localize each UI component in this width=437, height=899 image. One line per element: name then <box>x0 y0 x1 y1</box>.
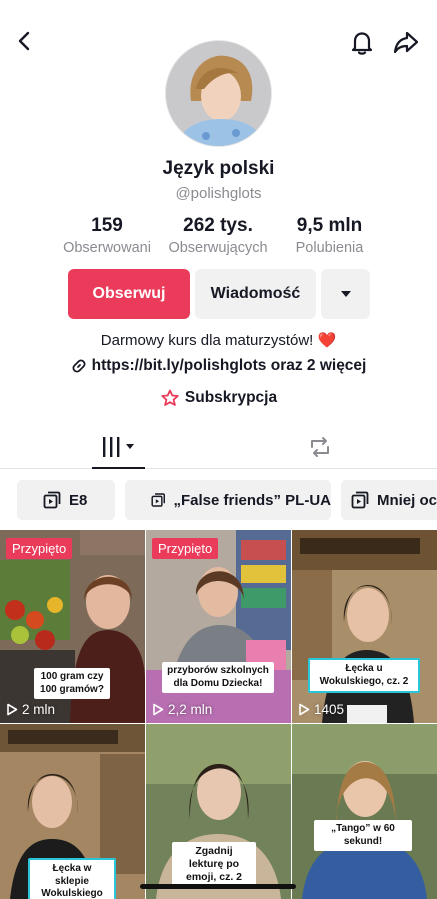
link-icon <box>72 359 86 373</box>
stat-followers[interactable]: 262 tys. Obserwujących <box>163 215 273 256</box>
tab-reposts[interactable] <box>300 425 340 469</box>
subscription-label: Subskrypcja <box>184 389 278 406</box>
grid-icon <box>102 437 134 457</box>
tab-videos[interactable] <box>92 425 145 469</box>
video-caption: Zgadnij lekturę po emoji, cz. 2 <box>172 842 256 888</box>
playlist-icon <box>43 491 61 509</box>
playlist-chip[interactable]: E8 <box>17 480 115 520</box>
playlist-chip[interactable]: Mniej oc <box>341 480 437 520</box>
bio-text: Darmowy kurs dla maturzystów! ❤️ <box>100 332 337 349</box>
stat-likes[interactable]: 9,5 mln Polubienia <box>282 215 377 256</box>
pinned-badge: Przypięto <box>6 538 73 559</box>
stats-row: 159 Obserwowani 262 tys. Obserwujących 9… <box>0 215 437 259</box>
repost-icon <box>311 437 329 457</box>
video-thumbnail[interactable]: Zgadnij lekturę po emoji, cz. 2 <box>146 724 291 899</box>
stat-following[interactable]: 159 Obserwowani <box>57 215 157 256</box>
video-caption: Łęcka u Wokulskiego, cz. 2 <box>308 658 420 693</box>
playlist-chips: E8 „False friends” PL-UA Mniej oc <box>0 480 437 520</box>
tab-active-indicator <box>92 467 145 469</box>
content-tabs <box>0 425 437 469</box>
play-icon <box>299 703 310 716</box>
playlist-chip-label: Mniej oc <box>376 491 437 509</box>
playlist-chip-label: E8 <box>69 491 88 509</box>
more-dropdown-button[interactable] <box>321 269 370 319</box>
view-count: 2,2 mln <box>152 702 212 717</box>
home-indicator <box>140 884 296 889</box>
avatar[interactable] <box>165 40 272 147</box>
play-icon <box>7 703 18 716</box>
subscription-star-icon <box>161 389 179 406</box>
play-icon <box>153 703 164 716</box>
stat-followers-label: Obserwujących <box>168 240 268 256</box>
video-thumbnail[interactable]: Łęcka u Wokulskiego, cz. 2 1405 <box>292 530 437 723</box>
stat-followers-value: 262 tys. <box>183 215 253 236</box>
video-caption: przyborów szkolnych dla Domu Dziecka! <box>162 662 274 693</box>
caret-down-icon <box>340 291 351 297</box>
stat-following-value: 159 <box>91 215 123 236</box>
playlist-icon <box>351 491 369 509</box>
message-button[interactable]: Wiadomość <box>195 269 316 319</box>
view-count: 1405 <box>298 702 344 717</box>
playlist-chip-label: „False friends” PL-UA <box>173 491 331 509</box>
video-caption: Łęcka w sklepie Wokulskiego <box>28 858 116 899</box>
stat-following-label: Obserwowani <box>63 240 151 256</box>
view-count-text: 2 mln <box>22 702 56 717</box>
profile-handle: @polishglots <box>175 185 262 202</box>
playlist-icon <box>151 493 165 507</box>
view-count-text: 2,2 mln <box>168 702 213 717</box>
follow-button[interactable]: Obserwuj <box>68 269 190 319</box>
video-grid: Przypięto 100 gram czy 100 gramów? 2 mln… <box>0 530 437 899</box>
pinned-badge: Przypięto <box>152 538 219 559</box>
back-icon[interactable] <box>10 26 40 56</box>
stat-likes-value: 9,5 mln <box>296 215 363 236</box>
video-thumbnail[interactable]: Przypięto przyborów szkolnych dla Domu D… <box>146 530 291 723</box>
video-thumbnail-image <box>292 724 437 899</box>
stat-likes-label: Polubienia <box>295 240 364 256</box>
subscription-button[interactable]: Subskrypcja <box>0 389 437 407</box>
video-thumbnail[interactable]: Przypięto 100 gram czy 100 gramów? 2 mln <box>0 530 145 723</box>
bio-link-text: https://bit.ly/polishglots oraz 2 więcej <box>91 357 367 374</box>
view-count: 2 mln <box>6 702 55 717</box>
view-count-text: 1405 <box>314 702 345 717</box>
profile-name: Język polski <box>162 158 275 179</box>
share-icon[interactable] <box>390 26 422 58</box>
video-thumbnail[interactable]: „Tango” w 60 sekund! <box>292 724 437 899</box>
playlist-chip[interactable]: „False friends” PL-UA <box>125 480 331 520</box>
video-caption: 100 gram czy 100 gramów? <box>34 668 110 699</box>
video-thumbnail-image <box>292 530 437 723</box>
video-caption: „Tango” w 60 sekund! <box>314 820 412 851</box>
bell-icon[interactable] <box>346 26 378 58</box>
bio-link[interactable]: https://bit.ly/polishglots oraz 2 więcej <box>0 357 437 375</box>
video-thumbnail[interactable]: Łęcka w sklepie Wokulskiego <box>0 724 145 899</box>
